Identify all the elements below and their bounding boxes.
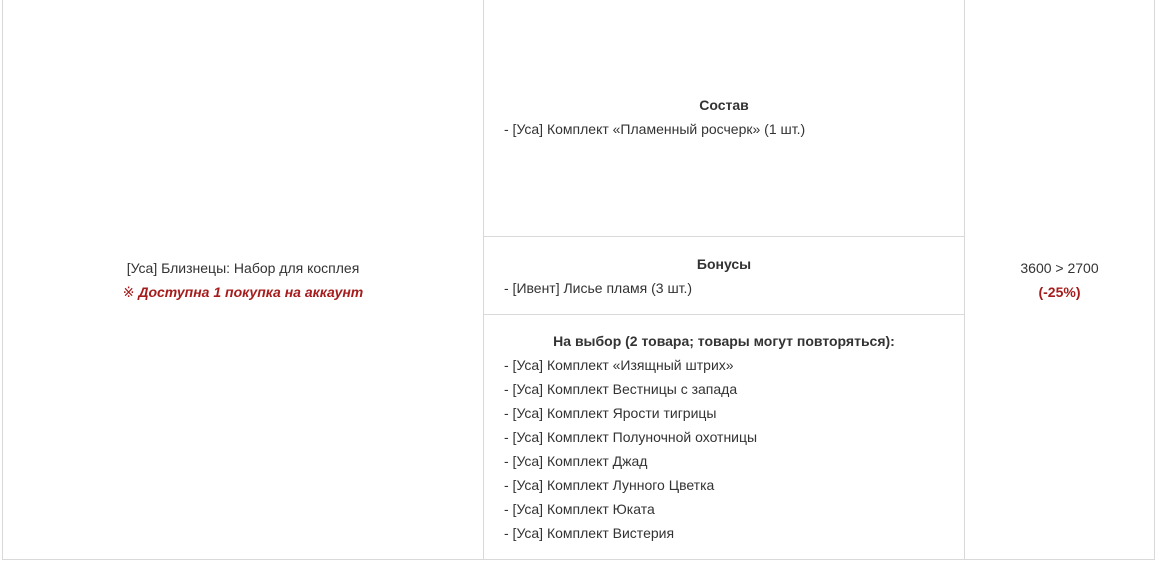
composition-section: Состав - [Уса] Комплект «Пламенный росче… xyxy=(484,0,964,237)
bundle-contents-cell: Состав - [Уса] Комплект «Пламенный росче… xyxy=(484,0,965,559)
composition-list: - [Уса] Комплект «Пламенный росчерк» (1 … xyxy=(504,117,944,141)
list-item: - [Уса] Комплект «Изящный штрих» xyxy=(504,357,734,373)
bonuses-section: Бонусы - [Ивент] Лисье пламя (3 шт.) xyxy=(484,237,964,315)
list-item: - [Уса] Комплект Джад xyxy=(504,453,648,469)
list-item: - [Уса] Комплект Полуночной охотницы xyxy=(504,429,758,445)
reference-mark-icon: ※ xyxy=(122,283,135,300)
price-cell: 3600 > 2700 (-25%) xyxy=(965,0,1154,559)
choice-section: На выбор (2 товара; товары могут повторя… xyxy=(484,315,964,560)
list-item: - [Уса] Комплект «Пламенный росчерк» (1 … xyxy=(504,121,806,137)
list-item: - [Ивент] Лисье пламя (3 шт.) xyxy=(504,280,693,296)
bonuses-title: Бонусы xyxy=(696,256,752,272)
price-text: 3600 > 2700 xyxy=(1020,259,1099,276)
list-item: - [Уса] Комплект Ярости тигрицы xyxy=(504,405,717,421)
product-name: [Уса] Близнецы: Набор для косплея xyxy=(126,259,360,276)
list-item: - [Уса] Комплект Вестницы с запада xyxy=(504,381,738,397)
choice-list: - [Уса] Комплект «Изящный штрих» - [Уса]… xyxy=(504,353,944,545)
list-item: - [Уса] Комплект Юката xyxy=(504,501,655,517)
discount-badge: (-25%) xyxy=(1038,283,1081,300)
product-name-cell: [Уса] Близнецы: Набор для косплея ※ Дост… xyxy=(3,0,484,559)
purchase-limit-note: ※ Доступна 1 покупка на аккаунт xyxy=(123,280,364,304)
list-item: - [Уса] Комплект Лунного Цветка xyxy=(504,477,715,493)
composition-title: Состав xyxy=(699,97,749,113)
choice-title: На выбор (2 товара; товары могут повторя… xyxy=(553,333,895,349)
bundle-table: [Уса] Близнецы: Набор для косплея ※ Дост… xyxy=(2,0,1155,560)
bonuses-list: - [Ивент] Лисье пламя (3 шт.) xyxy=(504,276,944,300)
list-item: - [Уса] Комплект Вистерия xyxy=(504,525,675,541)
purchase-limit-text: Доступна 1 покупка на аккаунт xyxy=(138,283,364,300)
